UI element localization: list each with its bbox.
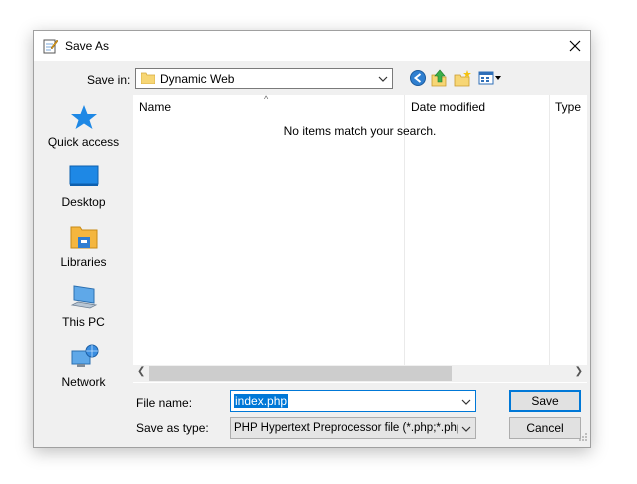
save-as-dialog: Save As Save in: Dynamic Web Quick acces… xyxy=(33,30,591,448)
place-network[interactable]: Network xyxy=(35,343,132,401)
window-title: Save As xyxy=(65,39,110,53)
save-button[interactable]: Save xyxy=(509,390,581,412)
place-label: Quick access xyxy=(47,135,120,149)
chevron-down-icon xyxy=(461,423,471,437)
up-folder-icon[interactable] xyxy=(431,69,449,87)
chevron-down-icon[interactable] xyxy=(461,396,471,410)
cancel-button[interactable]: Cancel xyxy=(509,417,581,439)
star-icon xyxy=(68,103,100,131)
desktop-icon xyxy=(68,163,100,191)
column-header-name[interactable]: Name xyxy=(139,100,171,114)
notepad-icon xyxy=(42,38,59,54)
place-label: Desktop xyxy=(61,195,106,209)
title-bar: Save As xyxy=(34,31,590,61)
place-label: This PC xyxy=(62,315,105,329)
location-value: Dynamic Web xyxy=(160,72,235,86)
save-as-type-label: Save as type: xyxy=(136,421,209,435)
save-as-type-value: PHP Hypertext Preprocessor file (*.php;*… xyxy=(234,422,458,434)
place-desktop[interactable]: Desktop xyxy=(35,163,132,221)
network-icon xyxy=(68,343,100,371)
scrollbar-thumb[interactable] xyxy=(149,366,452,381)
save-as-type-dropdown[interactable]: PHP Hypertext Preprocessor file (*.php;*… xyxy=(230,417,476,439)
libraries-icon xyxy=(68,223,100,251)
close-icon xyxy=(569,40,581,52)
file-name-value[interactable]: index.php xyxy=(234,394,289,408)
places-bar: Quick access Desktop Libraries This PC N… xyxy=(35,95,132,389)
file-list[interactable]: Name ^ Date modified Type No items match… xyxy=(133,94,587,383)
location-dropdown[interactable]: Dynamic Web xyxy=(135,68,393,89)
back-icon[interactable] xyxy=(409,69,427,87)
computer-icon xyxy=(68,283,100,311)
folder-icon xyxy=(140,72,156,87)
place-quick-access[interactable]: Quick access xyxy=(35,103,132,161)
scroll-right-icon[interactable]: ❯ xyxy=(575,366,583,377)
view-menu-icon[interactable] xyxy=(478,69,502,87)
save-in-label: Save in: xyxy=(87,73,131,87)
empty-message: No items match your search. xyxy=(283,124,437,138)
sort-ascending-icon: ^ xyxy=(264,94,269,104)
resize-grip-icon[interactable] xyxy=(578,431,588,445)
column-header-date-modified[interactable]: Date modified xyxy=(411,100,485,114)
place-this-pc[interactable]: This PC xyxy=(35,283,132,341)
close-button[interactable] xyxy=(560,31,590,61)
column-header-type[interactable]: Type xyxy=(555,100,581,114)
chevron-down-icon xyxy=(378,73,388,87)
place-label: Network xyxy=(61,375,106,389)
file-name-field[interactable]: index.php xyxy=(230,390,476,412)
new-folder-icon[interactable] xyxy=(454,69,472,87)
place-label: Libraries xyxy=(60,255,107,269)
place-libraries[interactable]: Libraries xyxy=(35,223,132,281)
file-name-label: File name: xyxy=(136,396,193,410)
horizontal-scrollbar[interactable]: ❮ ❯ xyxy=(133,365,587,382)
scroll-left-icon[interactable]: ❮ xyxy=(137,366,145,377)
